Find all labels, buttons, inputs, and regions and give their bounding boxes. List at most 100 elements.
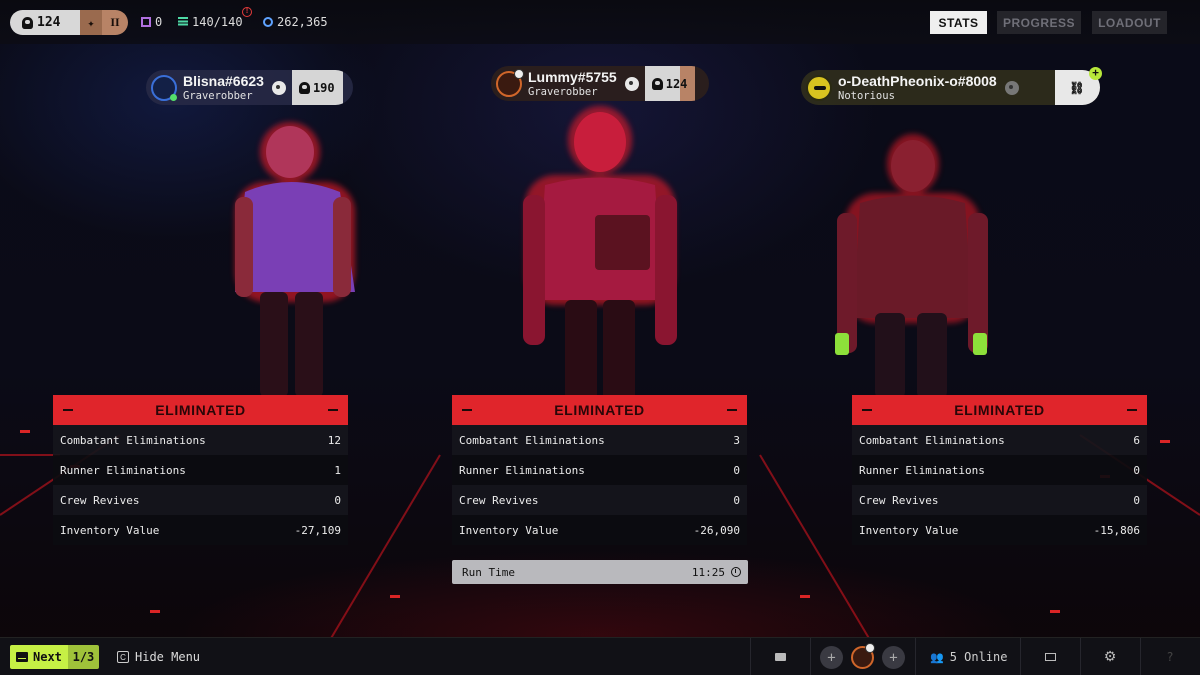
player-level-badge: 124 xyxy=(644,66,696,101)
add-friend-icon[interactable]: + xyxy=(1089,67,1102,80)
stat-value: 1 xyxy=(334,463,341,477)
stat-row: Combatant Eliminations 12 xyxy=(53,425,348,455)
stat-row: Inventory Value -26,090 xyxy=(452,515,747,545)
stat-value: 6 xyxy=(1133,433,1140,447)
stats-list: Combatant Eliminations 12 Runner Eliminat… xyxy=(53,425,348,545)
help-button[interactable]: ? xyxy=(1150,638,1190,675)
next-label: Next xyxy=(33,650,62,664)
player-title: Notorious xyxy=(838,89,895,102)
capacity[interactable]: 140/140 xyxy=(178,15,243,29)
stat-value: -15,806 xyxy=(1093,523,1140,537)
invite-slot-left-button[interactable]: + xyxy=(820,646,843,669)
stat-value: 0 xyxy=(733,463,740,477)
bottom-bar: Next 1/3 C Hide Menu + + 👥 5 Online ⚙ ? xyxy=(0,637,1200,675)
stat-row: Inventory Value -15,806 xyxy=(852,515,1147,545)
status-label: ELIMINATED xyxy=(155,402,246,418)
online-indicator-icon xyxy=(170,93,177,101)
stat-value: -27,109 xyxy=(294,523,341,537)
runner-figure-center xyxy=(523,106,677,400)
alert-icon[interactable]: ! xyxy=(242,7,252,17)
collapse-icon xyxy=(462,409,472,411)
stat-label: Crew Revives xyxy=(459,493,539,507)
stat-label: Runner Eliminations xyxy=(459,463,585,477)
run-time-value: 11:25 xyxy=(691,565,725,579)
player-tag-1[interactable]: Blisna#6623 Graverobber 190 xyxy=(146,70,353,105)
party-avatar[interactable] xyxy=(851,643,875,669)
collapse-icon xyxy=(726,409,737,411)
status-label: ELIMINATED xyxy=(954,402,1045,418)
avatar xyxy=(496,68,524,97)
status-header[interactable]: ELIMINATED xyxy=(452,395,747,425)
group-icon: 👥 xyxy=(930,650,944,664)
rank-numeral: II xyxy=(102,10,128,35)
stat-row: Runner Eliminations 0 xyxy=(852,455,1147,485)
player-name: Blisna#6623 xyxy=(183,72,264,89)
link-icon: ⛓ xyxy=(1069,80,1085,95)
stat-row: Crew Revives 0 xyxy=(53,485,348,515)
page-indicator: 1/3 xyxy=(67,645,99,669)
stat-label: Inventory Value xyxy=(859,523,959,537)
currency-a[interactable]: 0 xyxy=(141,15,162,29)
platform-icon xyxy=(1004,80,1019,95)
skull-icon xyxy=(22,16,33,29)
player-level-value: 124 xyxy=(665,76,688,91)
player-tag-2[interactable]: Lummy#5755 Graverobber 124 xyxy=(491,66,709,101)
mail-button[interactable] xyxy=(1030,638,1070,675)
run-time-bar: Run Time 11:25 xyxy=(452,560,748,584)
chat-button[interactable] xyxy=(760,638,800,675)
runner-figure-right xyxy=(835,134,988,398)
tab-stats[interactable]: STATS xyxy=(930,11,987,34)
keyboard-icon xyxy=(16,652,28,662)
stat-label: Crew Revives xyxy=(60,493,140,507)
skull-icon xyxy=(651,77,663,90)
online-friends-button[interactable]: 👥 5 Online xyxy=(930,650,1008,664)
stat-label: Inventory Value xyxy=(60,523,160,537)
stat-row: Runner Eliminations 0 xyxy=(452,455,747,485)
player-stats-panel-1: ELIMINATED Combatant Eliminations 12 Runn… xyxy=(53,395,348,545)
runner-figure-left xyxy=(235,122,355,397)
stack-icon xyxy=(178,17,188,27)
run-time-label: Run Time xyxy=(462,565,515,579)
stat-label: Crew Revives xyxy=(859,493,939,507)
stat-value: 0 xyxy=(1133,493,1140,507)
help-icon: ? xyxy=(1166,650,1174,664)
player-level-badge: 190 xyxy=(291,70,343,105)
hide-menu-label: Hide Menu xyxy=(135,650,201,664)
tab-progress[interactable]: PROGRESS xyxy=(997,11,1081,34)
settings-button[interactable]: ⚙ xyxy=(1090,638,1130,675)
player-tag-3[interactable]: o-DeathPheonix-o#8008 Notorious ⛓ xyxy=(801,70,1100,105)
collapse-icon xyxy=(862,409,872,411)
invite-slot-right-button[interactable]: + xyxy=(882,646,905,669)
credits-value: 262,365 xyxy=(277,15,328,29)
status-label: ELIMINATED xyxy=(554,402,645,418)
stat-value: -26,090 xyxy=(693,523,740,537)
next-button[interactable]: Next 1/3 xyxy=(10,645,99,669)
stats-list: Combatant Eliminations 6 Runner Eliminati… xyxy=(852,425,1147,545)
plus-icon: + xyxy=(827,649,836,666)
player-level: 124 xyxy=(37,15,61,30)
stat-row: Combatant Eliminations 6 xyxy=(852,425,1147,455)
player-title: Graverobber xyxy=(183,89,253,102)
tab-loadout[interactable]: LOADOUT xyxy=(1092,11,1167,34)
plus-icon: + xyxy=(889,649,898,666)
stat-label: Runner Eliminations xyxy=(60,463,186,477)
stat-value: 0 xyxy=(334,493,341,507)
skull-icon xyxy=(298,81,310,94)
player-stats-panel-2: ELIMINATED Combatant Eliminations 3 Runne… xyxy=(452,395,747,545)
steam-icon xyxy=(271,80,286,95)
stat-row: Inventory Value -27,109 xyxy=(53,515,348,545)
gear-icon: ⚙ xyxy=(1103,649,1117,665)
status-header[interactable]: ELIMINATED xyxy=(53,395,348,425)
collapse-icon xyxy=(327,409,338,411)
player-level-pill[interactable]: 124 ✦ II xyxy=(10,10,128,35)
stat-label: Combatant Eliminations xyxy=(60,433,206,447)
credits[interactable]: 262,365 xyxy=(263,15,328,29)
hide-menu-button[interactable]: C Hide Menu xyxy=(117,650,200,664)
currency-a-value: 0 xyxy=(155,15,163,29)
rank-emblem-icon: ✦ xyxy=(80,10,102,35)
stat-value: 12 xyxy=(327,433,341,447)
stat-label: Inventory Value xyxy=(459,523,559,537)
status-header[interactable]: ELIMINATED xyxy=(852,395,1147,425)
top-bar: 124 ✦ II 0 140/140 ! 262,365 STATS PROGR… xyxy=(0,0,1200,44)
stat-label: Combatant Eliminations xyxy=(459,433,605,447)
